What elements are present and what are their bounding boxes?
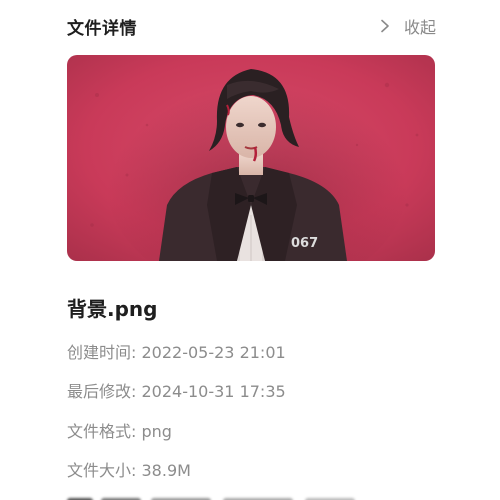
image-preview[interactable]: 067 — [67, 55, 435, 261]
cutoff-info-row — [67, 491, 397, 500]
modified-time-value: 2024-10-31 17:35 — [141, 382, 286, 401]
modified-time-row: 最后修改: 2024-10-31 17:35 — [67, 378, 286, 402]
preview-illustration: 067 — [67, 55, 435, 261]
file-format-value: png — [141, 422, 172, 441]
collapse-button[interactable]: 收起 — [380, 14, 436, 38]
created-time-row: 创建时间: 2022-05-23 21:01 — [67, 339, 286, 363]
panel-title: 文件详情 — [67, 18, 137, 39]
file-format-label: 文件格式: — [67, 422, 137, 441]
file-size-row: 文件大小: 38.9M — [67, 457, 191, 481]
chevron-right-icon — [381, 19, 389, 33]
panel-header: 文件详情 收起 — [67, 12, 436, 40]
jacket-number-graphic: 067 — [291, 236, 318, 251]
file-size-label: 文件大小: — [67, 461, 137, 480]
created-time-value: 2022-05-23 21:01 — [141, 343, 286, 362]
file-format-row: 文件格式: png — [67, 418, 172, 442]
collapse-label: 收起 — [403, 18, 436, 37]
blurred-text-placeholder — [67, 498, 355, 500]
file-details-panel: 文件详情 收起 067 背景.png 创建时间: 2022-05-23 21:0… — [0, 0, 500, 500]
created-time-label: 创建时间: — [67, 343, 137, 362]
file-name: 背景.png — [67, 297, 158, 321]
file-size-value: 38.9M — [141, 461, 191, 480]
modified-time-label: 最后修改: — [67, 382, 137, 401]
